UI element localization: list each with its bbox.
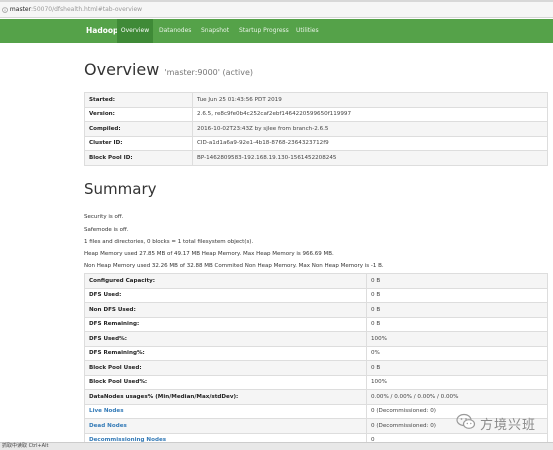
dead-nodes-link[interactable]: Dead Nodes: [89, 423, 127, 429]
table-row: Version: 2.6.5, re8c9fe0b4c252caf2ebf146…: [84, 106, 548, 122]
non-heap-memory: Non Heap Memory used 32.26 MB of 32.88 M…: [84, 263, 384, 269]
row-value: CID-a1d1a6a9-92e1-4b18-8768-2364323712f9: [192, 135, 548, 151]
top-navbar: Hadoop Overview Datanodes Snapshot Start…: [0, 19, 553, 43]
row-key: Version:: [84, 106, 193, 122]
row-value: 0 B: [366, 287, 548, 303]
security-status: Security is off.: [84, 214, 124, 220]
row-value: 100%: [366, 331, 548, 347]
watermark: 方境兴班: [456, 412, 546, 434]
table-row: DFS Used: 0 B: [84, 287, 548, 303]
live-nodes-link[interactable]: Live Nodes: [89, 408, 124, 414]
url-path: :50070/dfshealth.html#tab-overview: [30, 6, 143, 13]
table-row: Started: Tue Jun 25 01:43:56 PDT 2019: [84, 92, 548, 108]
table-row: Non DFS Used: 0 B: [84, 302, 548, 318]
row-value: 0 B: [366, 360, 548, 376]
info-icon[interactable]: [2, 6, 8, 13]
nav-overview[interactable]: Overview: [117, 19, 153, 43]
row-value: 0 B: [366, 273, 548, 289]
url-host: master: [9, 6, 31, 13]
nav-snapshot[interactable]: Snapshot: [201, 19, 229, 43]
row-value: 2016-10-02T23:43Z by sjlee from branch-2…: [192, 121, 548, 137]
row-key: DFS Remaining%:: [84, 345, 367, 361]
row-key: DFS Remaining:: [84, 316, 367, 332]
heap-memory: Heap Memory used 27.85 MB of 49.17 MB He…: [84, 251, 334, 257]
table-row: Block Pool ID: BP-1462809583-192.168.19.…: [84, 150, 548, 166]
row-key-cell: Dead Nodes: [84, 418, 367, 434]
row-key: Cluster ID:: [84, 135, 193, 151]
page-title: Overview 'master:9000' (active): [84, 60, 253, 79]
row-key: Block Pool Used:: [84, 360, 367, 376]
row-key: DFS Used%:: [84, 331, 367, 347]
row-key-cell: Live Nodes: [84, 403, 367, 419]
wechat-icon: [456, 413, 476, 429]
table-row: DFS Used%: 100%: [84, 331, 548, 347]
nav-datanodes[interactable]: Datanodes: [159, 19, 191, 43]
row-key: Non DFS Used:: [84, 302, 367, 318]
row-key: Configured Capacity:: [84, 273, 367, 289]
table-row: DFS Remaining%: 0%: [84, 345, 548, 361]
row-key: DataNodes usages% (Min/Median/Max/stdDev…: [84, 389, 367, 405]
table-row: DFS Remaining: 0 B: [84, 316, 548, 332]
brand-logo[interactable]: Hadoop: [86, 19, 118, 43]
overview-table: Started: Tue Jun 25 01:43:56 PDT 2019 Ve…: [84, 92, 548, 166]
row-value: 0 B: [366, 302, 548, 318]
table-row: Cluster ID: CID-a1d1a6a9-92e1-4b18-8768-…: [84, 135, 548, 151]
row-key: DFS Used:: [84, 287, 367, 303]
row-key: Block Pool ID:: [84, 150, 193, 166]
overview-title: Overview: [84, 60, 160, 79]
safemode-status: Safemode is off.: [84, 227, 129, 233]
table-row: Block Pool Used: 0 B: [84, 360, 548, 376]
table-row: Compiled: 2016-10-02T23:43Z by sjlee fro…: [84, 121, 548, 137]
watermark-text: 方境兴班: [480, 418, 537, 433]
row-value: 0 B: [366, 316, 548, 332]
table-row: DataNodes usages% (Min/Median/Max/stdDev…: [84, 389, 548, 405]
row-value: 0.00% / 0.00% / 0.00% / 0.00%: [366, 389, 548, 405]
table-row: Block Pool Used%: 100%: [84, 374, 548, 390]
row-key: Started:: [84, 92, 193, 108]
row-value: 0%: [366, 345, 548, 361]
nav-utilities[interactable]: Utilities: [296, 19, 319, 43]
namenode-subtitle: 'master:9000' (active): [164, 68, 254, 77]
table-row: Configured Capacity: 0 B: [84, 273, 548, 289]
summary-title: Summary: [84, 180, 157, 198]
row-key: Compiled:: [84, 121, 193, 137]
row-value: BP-1462809583-192.168.19.130-15614522082…: [192, 150, 548, 166]
row-value: 100%: [366, 374, 548, 390]
row-value: 2.6.5, re8c9fe0b4c252caf2ebf146422059965…: [192, 106, 548, 122]
filesystem-objects: 1 files and directories, 0 blocks = 1 to…: [84, 239, 254, 245]
nav-startup-progress[interactable]: Startup Progress: [239, 19, 289, 43]
row-value: Tue Jun 25 01:43:56 PDT 2019: [192, 92, 548, 108]
status-bar: 抓取中读取 Ctrl+Alt: [0, 442, 553, 450]
row-key: Block Pool Used%:: [84, 374, 367, 390]
address-bar[interactable]: master:50070/dfshealth.html#tab-overview: [0, 2, 553, 18]
